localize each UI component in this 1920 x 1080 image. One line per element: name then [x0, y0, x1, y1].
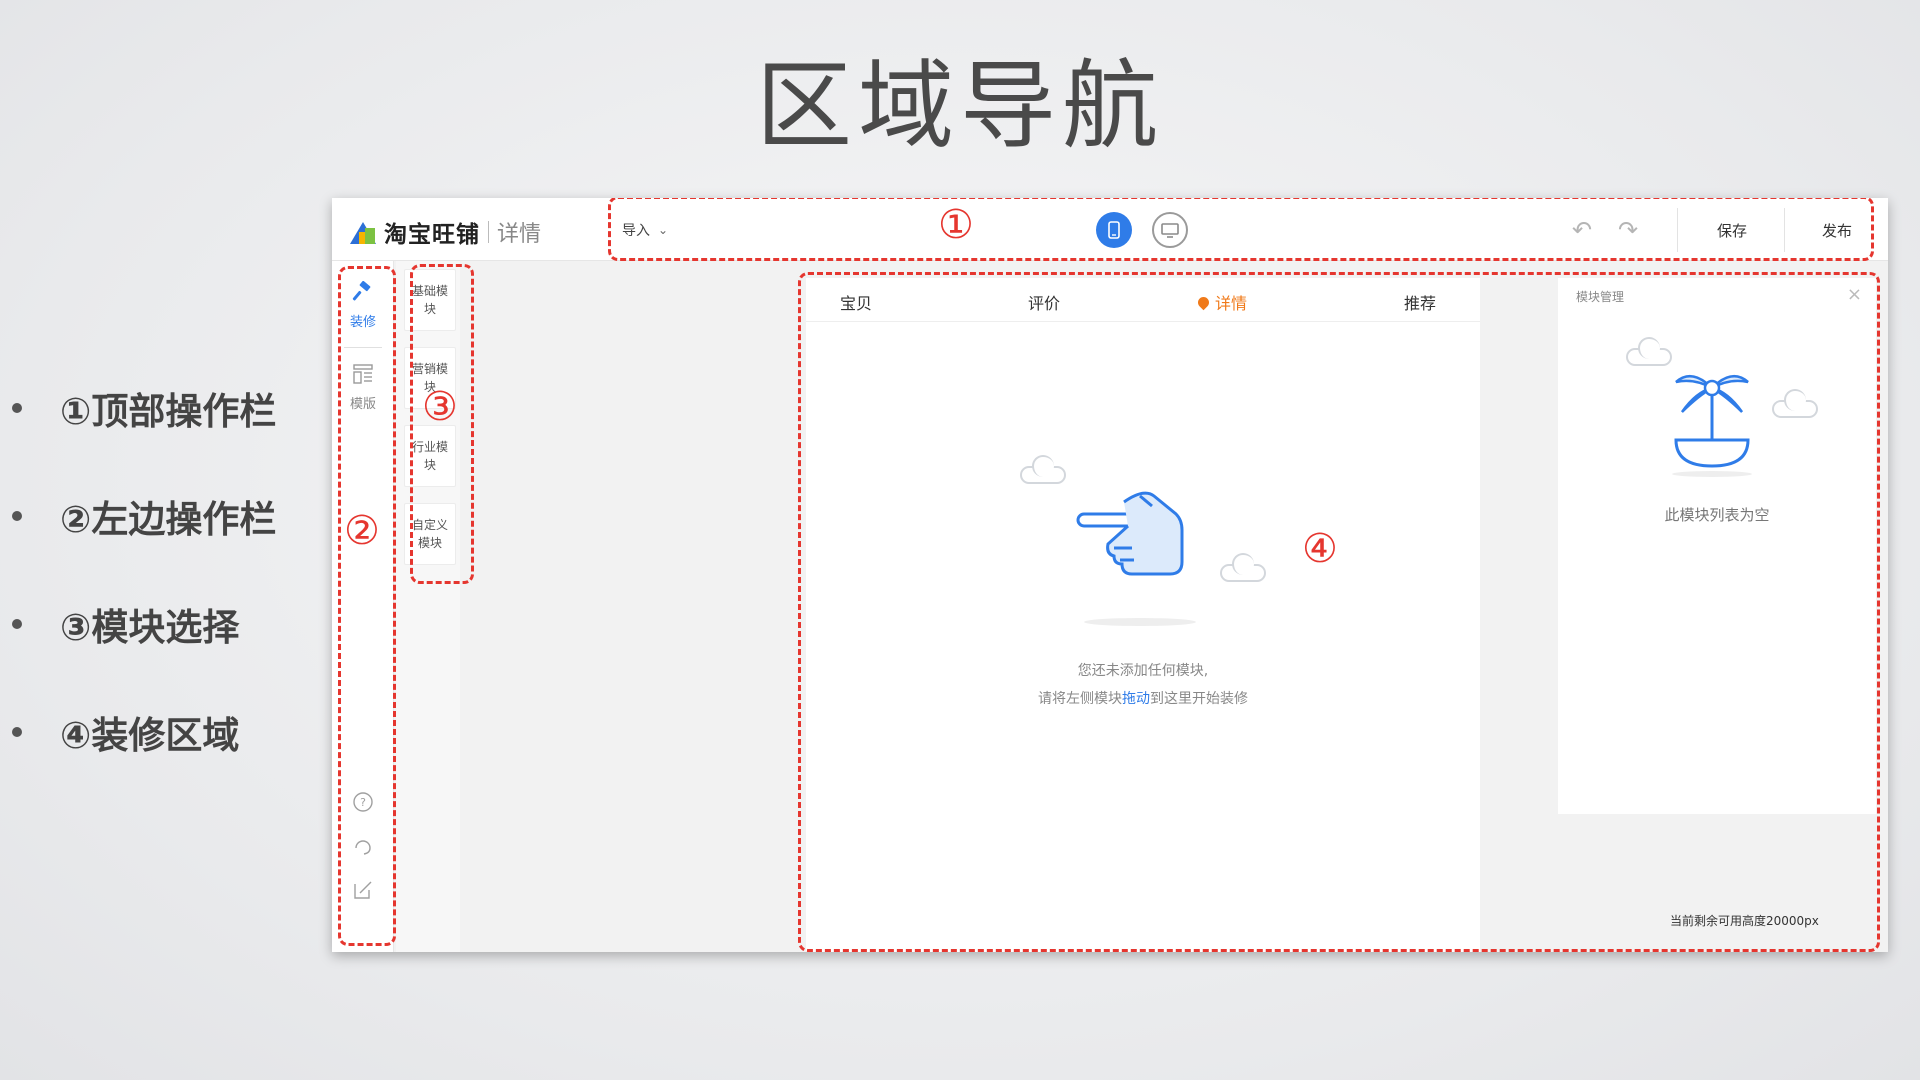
logo-divider [488, 221, 489, 243]
logo-text: 淘宝旺铺 [384, 222, 480, 248]
shop-logo-icon [350, 220, 376, 244]
editor-screenshot: 淘宝旺铺 详情 导入 ⌄ ↶ ↷ 保存 发布 装修 模版 ? 基础模块 营销模块… [332, 198, 1888, 952]
bullet-item: ③模块选择 [12, 604, 276, 649]
logo[interactable]: 淘宝旺铺 详情 [350, 215, 541, 249]
logo-subtitle: 详情 [497, 222, 542, 247]
slide-title: 区域导航 [756, 50, 1164, 162]
annotation-frame-4 [798, 272, 1880, 952]
bullet-item: ②左边操作栏 [12, 496, 276, 541]
bullet-text: ③模块选择 [60, 606, 240, 649]
annotation-frame-1 [608, 198, 1874, 261]
annotation-number-2: ② [344, 508, 380, 554]
annotation-frame-2 [338, 266, 396, 946]
bullet-item: ④装修区域 [12, 712, 276, 757]
annotation-number-4: ④ [1302, 526, 1338, 572]
bullet-text: ①顶部操作栏 [60, 390, 277, 433]
bullet-item: ①顶部操作栏 [12, 388, 276, 433]
bullet-list: ①顶部操作栏 ②左边操作栏 ③模块选择 ④装修区域 [12, 388, 276, 820]
bullet-dot [12, 727, 22, 737]
bullet-text: ④装修区域 [60, 714, 240, 757]
annotation-number-3: ③ [422, 384, 458, 430]
bullet-text: ②左边操作栏 [60, 498, 277, 541]
bullet-dot [12, 619, 22, 629]
bullet-dot [12, 403, 22, 413]
bullet-dot [12, 511, 22, 521]
annotation-number-1: ① [938, 202, 974, 248]
